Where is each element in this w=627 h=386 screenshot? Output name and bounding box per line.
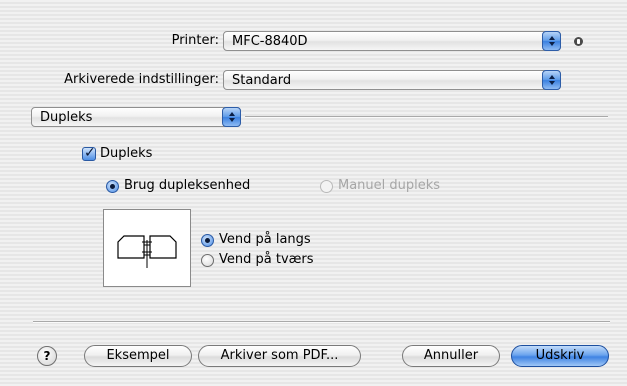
info-icon[interactable] <box>574 37 583 46</box>
printer-popup[interactable]: MFC-8840D <box>223 31 561 51</box>
duplex-long-edge-icon <box>117 235 177 268</box>
radio-long-edge[interactable] <box>201 234 214 247</box>
preview-button[interactable]: Eksempel <box>84 345 192 367</box>
presets-label: Arkiverede indstillinger: <box>64 72 219 87</box>
chevron-updown-icon <box>542 70 561 90</box>
duplex-checkbox-label: Dupleks <box>100 146 153 161</box>
radio-manual-duplex-label: Manuel dupleks <box>338 178 441 193</box>
radio-short-edge-label: Vend på tværs <box>219 252 314 267</box>
radio-long-edge-label: Vend på langs <box>219 232 311 247</box>
help-icon[interactable]: ? <box>37 346 57 366</box>
radio-short-edge[interactable] <box>201 254 214 267</box>
radio-duplex-unit[interactable] <box>106 180 119 193</box>
presets-value: Standard <box>232 73 292 88</box>
panel-value: Dupleks <box>40 110 93 125</box>
cancel-button[interactable]: Annuller <box>402 345 500 367</box>
duplex-checkbox[interactable]: ✓ <box>82 145 96 161</box>
radio-manual-duplex[interactable] <box>320 180 333 193</box>
print-button[interactable]: Udskriv <box>511 345 609 367</box>
presets-popup[interactable]: Standard <box>223 70 561 90</box>
panel-popup[interactable]: Dupleks <box>31 107 241 127</box>
radio-duplex-unit-label: Brug dupleksenhed <box>124 178 251 193</box>
checkmark-icon: ✓ <box>84 145 96 161</box>
duplex-preview-box <box>103 209 191 287</box>
printer-value: MFC-8840D <box>232 34 308 49</box>
bottom-separator <box>33 321 610 322</box>
chevron-updown-icon <box>222 107 241 127</box>
printer-label: Printer: <box>171 33 219 48</box>
save-pdf-button[interactable]: Arkiver som PDF... <box>198 345 361 367</box>
chevron-updown-icon <box>542 31 561 51</box>
panel-separator <box>245 116 608 117</box>
